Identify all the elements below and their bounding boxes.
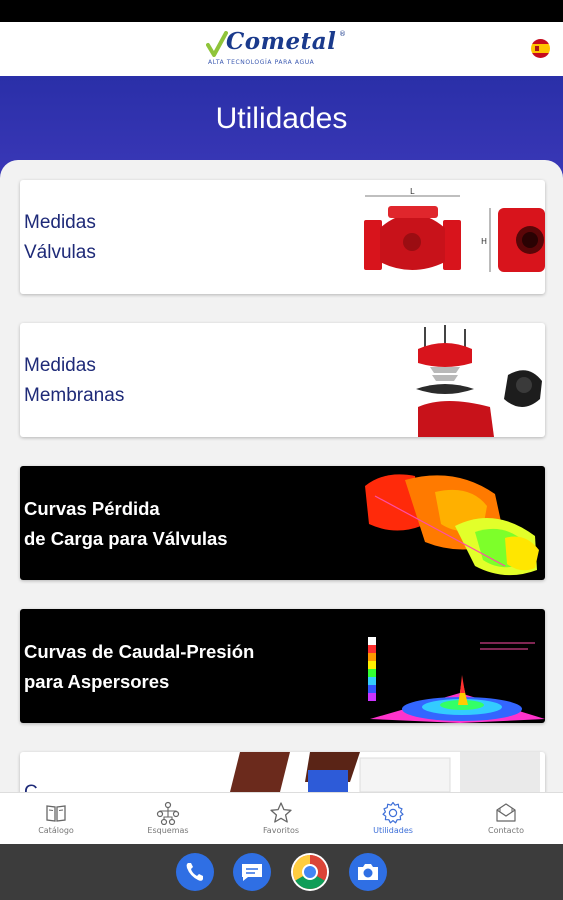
membrane-exploded-image (416, 325, 542, 437)
messages-app-icon[interactable] (233, 853, 271, 891)
diagram-icon (156, 801, 180, 825)
nav-item-contacto[interactable]: Contacto (450, 793, 562, 845)
card-curvas-caudal-presion[interactable]: Curvas de Caudal-Presión para Aspersores (20, 609, 545, 723)
card-title: Curvas de Caudal-Presión para Aspersores (24, 641, 255, 692)
partial-card-image (230, 752, 540, 792)
nav-item-favoritos[interactable]: Favoritos (225, 793, 337, 845)
card-title: Curvas Pérdida de Carga para Válvulas (24, 498, 228, 549)
nav-label: Catálogo (38, 826, 74, 835)
valve-heatmap-image (365, 474, 539, 576)
nav-label: Esquemas (147, 826, 189, 835)
page-title: Utilidades (215, 102, 348, 135)
phone-app-icon[interactable] (176, 853, 214, 891)
logo-check-icon (206, 31, 228, 57)
star-icon (270, 802, 292, 823)
card-partial[interactable]: C (20, 752, 545, 792)
book-icon (46, 805, 66, 822)
card-medidas-valvulas[interactable]: Medidas Válvulas L H (20, 180, 545, 294)
svg-text:L: L (410, 187, 415, 196)
card-curvas-perdida-carga[interactable]: Curvas Pérdida de Carga para Válvulas (20, 466, 545, 580)
cometal-logo[interactable]: Cometal ® ALTA TECNOLOGÍA PARA AGUA (204, 28, 354, 70)
valve-dimensions-image: L H (364, 187, 545, 272)
nav-label: Favoritos (262, 826, 300, 835)
logo-tagline: ALTA TECNOLOGÍA PARA AGUA (208, 59, 315, 66)
chrome-app-icon[interactable] (291, 853, 329, 891)
svg-text:H: H (481, 237, 487, 246)
card-title: Medidas Válvulas (24, 212, 96, 263)
nav-item-esquemas[interactable]: Esquemas (112, 793, 224, 845)
app-header: Cometal ® ALTA TECNOLOGÍA PARA AGUA (0, 22, 563, 76)
spain-flag-icon[interactable] (531, 39, 550, 58)
utilities-list[interactable]: Medidas Válvulas L H Medidas Membranas C… (0, 160, 563, 792)
bottom-navigation: Catálogo Esquemas Favoritos Utilidades C… (0, 792, 563, 844)
nav-label: Contacto (487, 826, 525, 835)
gear-icon (382, 801, 404, 824)
logo-text: Cometal (226, 28, 337, 55)
logo-registered-mark: ® (339, 30, 346, 38)
nav-label: Utilidades (373, 826, 413, 835)
status-bar (0, 0, 563, 22)
nav-item-catalogo[interactable]: Catálogo (0, 793, 112, 845)
card-medidas-membranas[interactable]: Medidas Membranas (20, 323, 545, 437)
system-dock (0, 844, 563, 900)
contact-icon (496, 803, 516, 822)
nav-item-utilidades[interactable]: Utilidades (337, 793, 449, 845)
camera-app-icon[interactable] (349, 853, 387, 891)
sprinkler-pressure-image (368, 637, 545, 723)
card-title: Medidas Membranas (24, 355, 125, 406)
